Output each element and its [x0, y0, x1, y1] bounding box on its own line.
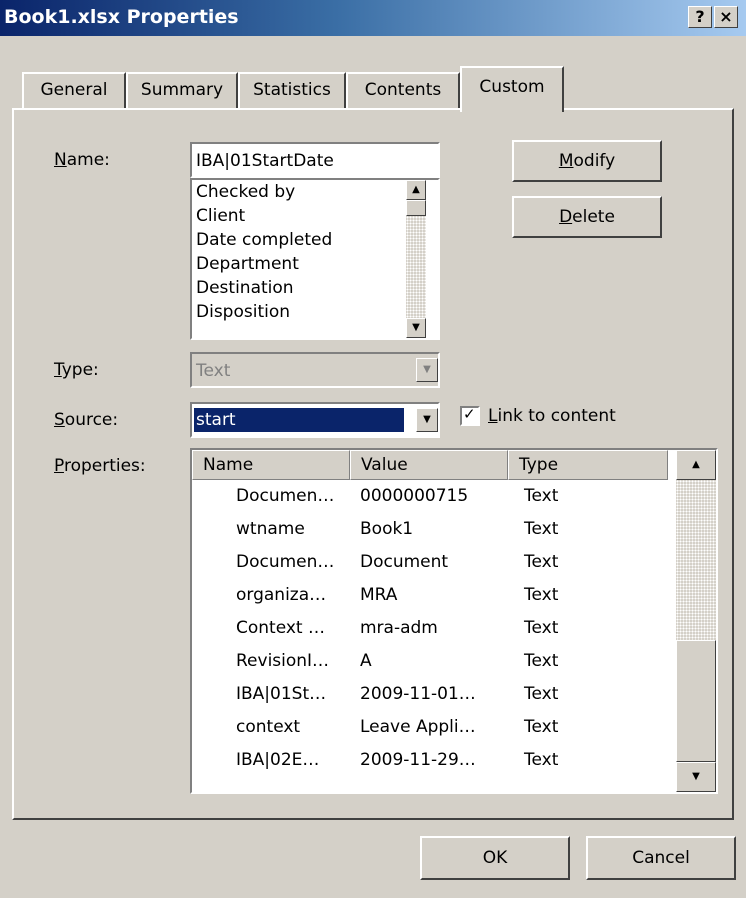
list-item[interactable]: Checked by — [196, 182, 295, 202]
link-to-content-label[interactable]: Link to content — [488, 406, 616, 426]
properties-rows: Documen… 0000000715 Text wtname Book1 Text Doc… — [192, 480, 676, 792]
cell-value: 2009-11-01… — [360, 684, 476, 704]
cell-name: context — [236, 717, 301, 737]
name-list-scroll-thumb[interactable] — [406, 200, 426, 216]
table-row[interactable]: context Leave Appli… Text — [192, 711, 672, 745]
cell-type: Text — [524, 651, 559, 671]
table-row[interactable]: IBA|02E… 2009-11-29… Text — [192, 744, 672, 778]
source-label: Source: — [54, 410, 119, 430]
table-row[interactable]: IBA|01St… 2009-11-01… Text — [192, 678, 672, 712]
cell-value: A — [360, 651, 372, 671]
column-header-value[interactable]: Value — [350, 450, 508, 480]
properties-table[interactable]: Name Value Type Documen… 0000000715 Text wt… — [190, 448, 718, 794]
list-item[interactable]: Date completed — [196, 230, 332, 250]
name-field-value: IBA|01StartDate — [196, 151, 334, 171]
scroll-down-icon[interactable]: ▼ — [676, 762, 716, 792]
cell-value: MRA — [360, 585, 398, 605]
type-select-value: Text — [196, 361, 231, 381]
delete-button[interactable]: Delete — [512, 196, 662, 238]
cell-name: wtname — [236, 519, 305, 539]
title-bar[interactable]: Book1.xlsx Properties ? × — [0, 0, 746, 36]
scroll-up-icon[interactable]: ▲ — [676, 450, 716, 480]
cell-name: Documen… — [236, 486, 335, 506]
name-field[interactable]: IBA|01StartDate — [190, 142, 440, 178]
cell-type: Text — [524, 519, 559, 539]
properties-label: Properties: — [54, 456, 146, 476]
cell-type: Text — [524, 486, 559, 506]
ok-button[interactable]: OK — [420, 836, 570, 880]
cell-name: IBA|02E… — [236, 750, 320, 770]
tab-summary[interactable]: Summary — [126, 72, 238, 108]
list-item[interactable]: Disposition — [196, 302, 290, 322]
modify-button[interactable]: Modify — [512, 140, 662, 182]
cell-name: organiza… — [236, 585, 327, 605]
properties-scroll-thumb[interactable] — [676, 640, 716, 762]
custom-panel: Name: IBA|01StartDate Checked by Client … — [12, 108, 734, 820]
cell-value: Book1 — [360, 519, 414, 539]
cancel-button[interactable]: Cancel — [586, 836, 736, 880]
type-label: Type: — [54, 360, 99, 380]
table-row[interactable]: Context … mra-adm Text — [192, 612, 672, 646]
checkbox-checked-icon[interactable]: ✓ — [460, 405, 480, 426]
cell-value: Document — [360, 552, 449, 572]
tab-custom[interactable]: Custom — [460, 66, 564, 112]
cell-type: Text — [524, 552, 559, 572]
list-item[interactable]: Destination — [196, 278, 294, 298]
type-select[interactable]: Text ▼ — [190, 352, 440, 388]
cell-value: 0000000715 — [360, 486, 469, 506]
window-title: Book1.xlsx Properties — [4, 6, 239, 28]
cell-name: Documen… — [236, 552, 335, 572]
cell-name: RevisionI… — [236, 651, 330, 671]
cell-type: Text — [524, 750, 559, 770]
cell-name: IBA|01St… — [236, 684, 327, 704]
cell-value: 2009-11-29… — [360, 750, 476, 770]
tab-general[interactable]: General — [22, 72, 126, 108]
table-row[interactable]: RevisionI… A Text — [192, 645, 672, 679]
cell-type: Text — [524, 585, 559, 605]
table-row[interactable]: Documen… Document Text — [192, 546, 672, 580]
name-label: Name: — [54, 150, 110, 170]
table-row[interactable]: Documen… 0000000715 Text — [192, 480, 672, 514]
cell-name: Context … — [236, 618, 326, 638]
source-select-value: start — [194, 408, 404, 432]
cell-value: mra-adm — [360, 618, 438, 638]
source-select[interactable]: start ▼ — [190, 402, 440, 438]
help-icon[interactable]: ? — [688, 6, 712, 28]
dropdown-arrow-icon[interactable]: ▼ — [416, 408, 438, 432]
list-item[interactable]: Department — [196, 254, 299, 274]
tab-contents[interactable]: Contents — [346, 72, 460, 108]
scroll-up-icon[interactable]: ▲ — [406, 180, 426, 200]
name-list[interactable]: Checked by Client Date completed Departm… — [190, 178, 440, 340]
column-header-type[interactable]: Type — [508, 450, 668, 480]
dropdown-arrow-icon[interactable]: ▼ — [416, 358, 438, 382]
list-item[interactable]: Client — [196, 206, 245, 226]
cell-value: Leave Appli… — [360, 717, 476, 737]
cell-type: Text — [524, 684, 559, 704]
cell-type: Text — [524, 717, 559, 737]
close-icon[interactable]: × — [714, 6, 738, 28]
tab-statistics[interactable]: Statistics — [238, 72, 346, 108]
properties-dialog: Book1.xlsx Properties ? × General Summar… — [0, 0, 746, 898]
table-row[interactable]: organiza… MRA Text — [192, 579, 672, 613]
column-header-name[interactable]: Name — [192, 450, 350, 480]
scroll-down-icon[interactable]: ▼ — [406, 318, 426, 338]
table-row[interactable]: wtname Book1 Text — [192, 513, 672, 547]
cell-type: Text — [524, 618, 559, 638]
